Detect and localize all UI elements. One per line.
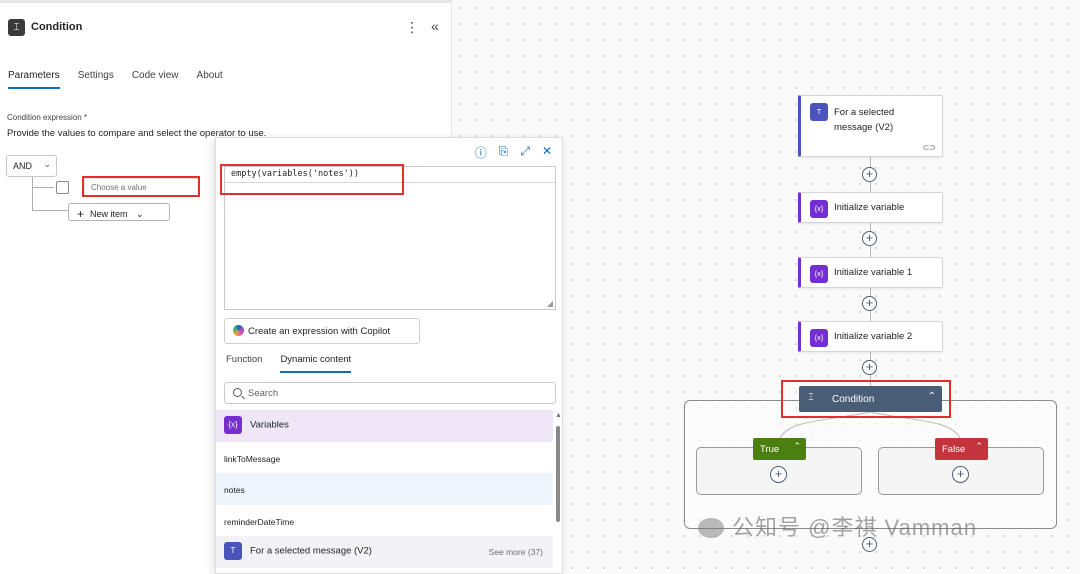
- watermark-text: 公知号 @李祺 Vamman: [732, 515, 977, 540]
- chevron-up-icon: ⌃: [975, 441, 983, 451]
- list-item[interactable]: reminderDateTime: [216, 505, 553, 537]
- search-placeholder: Search: [248, 388, 279, 399]
- list-item[interactable]: notes: [216, 473, 553, 505]
- trigger-card[interactable]: T For a selected message (V2) ⊂⊃: [798, 95, 943, 157]
- add-step-icon[interactable]: +: [862, 360, 877, 375]
- chevron-up-icon: ⌃: [793, 441, 801, 451]
- plus-icon: +: [77, 207, 85, 221]
- scrollbar[interactable]: ▲: [553, 412, 563, 572]
- expand-icon[interactable]: ⤢: [520, 144, 530, 161]
- tab-parameters[interactable]: Parameters: [8, 70, 60, 89]
- step-card[interactable]: {x} Initialize variable 2: [798, 321, 943, 352]
- trigger-line-1: For a selected: [834, 107, 895, 118]
- close-icon[interactable]: ✕: [542, 144, 552, 161]
- operator-dropdown[interactable]: AND ⌄: [6, 155, 57, 177]
- new-item-label: New item: [90, 209, 128, 219]
- step-card[interactable]: {x} Initialize variable: [798, 192, 943, 223]
- copilot-icon: [233, 325, 244, 336]
- tab-about[interactable]: About: [197, 70, 223, 89]
- scroll-up-icon[interactable]: ▲: [555, 412, 562, 419]
- wechat-icon: [698, 518, 724, 538]
- add-step-icon[interactable]: +: [862, 231, 877, 246]
- popup-tabs: Function Dynamic content: [226, 354, 369, 373]
- see-more-link[interactable]: See more (37): [489, 547, 543, 557]
- add-action-icon[interactable]: +: [770, 466, 787, 483]
- condition-expression-label: Condition expression *: [7, 113, 88, 122]
- info-icon[interactable]: ⓘ: [475, 144, 487, 161]
- trigger-line-2: message (V2): [834, 122, 894, 133]
- more-options-icon[interactable]: ⋮: [405, 19, 419, 36]
- group-label: For a selected message (V2): [250, 545, 372, 557]
- tab-code-view[interactable]: Code view: [132, 70, 179, 89]
- step-title: Initialize variable: [834, 202, 905, 213]
- copilot-button-label: Create an expression with Copilot: [248, 326, 391, 337]
- tree-line: [32, 177, 33, 210]
- variable-icon: {x}: [224, 416, 242, 434]
- false-branch-label[interactable]: False ⌃: [935, 438, 988, 460]
- chevron-down-icon: ⌄: [43, 159, 51, 169]
- panel-title: Condition: [31, 21, 83, 33]
- highlight-box: [220, 164, 404, 195]
- trigger-title: For a selected message (V2): [834, 105, 894, 135]
- search-input[interactable]: Search: [224, 382, 556, 404]
- teams-icon: T: [224, 542, 242, 560]
- group-header-trigger[interactable]: T For a selected message (V2) See more (3…: [216, 536, 553, 568]
- add-action-icon[interactable]: +: [952, 466, 969, 483]
- clipboard-icon[interactable]: ⎘: [499, 144, 509, 161]
- true-label: True: [760, 444, 780, 455]
- dynamic-content-list: {x} Variables linkToMessage notes reminde…: [216, 410, 553, 568]
- chevron-down-icon: ⌄: [136, 209, 144, 219]
- highlight-box: [781, 380, 951, 418]
- add-step-icon[interactable]: +: [862, 296, 877, 311]
- resize-handle-icon[interactable]: ◢: [547, 299, 553, 308]
- step-title: Initialize variable 2: [834, 331, 913, 342]
- new-item-button[interactable]: + New item ⌄: [68, 203, 170, 221]
- variable-icon: {x}: [810, 265, 828, 283]
- add-step-icon[interactable]: +: [862, 167, 877, 182]
- condition-icon: ⌶: [8, 19, 25, 36]
- watermark: 公知号 @李祺 Vamman: [698, 510, 977, 542]
- collapse-panel-icon[interactable]: «: [431, 18, 439, 34]
- tab-dynamic-content[interactable]: Dynamic content: [280, 354, 352, 373]
- copilot-button[interactable]: Create an expression with Copilot: [224, 318, 420, 344]
- highlight-box: [82, 176, 200, 197]
- group-label: Variables: [250, 419, 289, 431]
- group-header-variables[interactable]: {x} Variables: [216, 410, 553, 442]
- panel-tabs: Parameters Settings Code view About: [8, 70, 241, 89]
- operator-value: AND: [13, 161, 33, 171]
- variable-icon: {x}: [810, 200, 828, 218]
- popup-toolbar: ⓘ ⎘ ⤢ ✕: [475, 144, 552, 161]
- search-icon: [233, 388, 242, 397]
- tab-function[interactable]: Function: [226, 354, 262, 373]
- teams-icon: T: [810, 103, 828, 121]
- step-title: Initialize variable 1: [834, 267, 913, 278]
- step-card[interactable]: {x} Initialize variable 1: [798, 257, 943, 288]
- scroll-thumb[interactable]: [556, 426, 560, 522]
- expression-editor-popup: ⓘ ⎘ ⤢ ✕ empty(variables('notes')) ◢ Crea…: [215, 137, 563, 574]
- tree-line: [32, 210, 68, 211]
- tree-line: [32, 187, 54, 188]
- list-item[interactable]: linkToMessage: [216, 442, 553, 474]
- tab-settings[interactable]: Settings: [78, 70, 114, 89]
- link-icon: ⊂⊃: [922, 143, 936, 152]
- false-label: False: [942, 444, 966, 455]
- variable-icon: {x}: [810, 329, 828, 347]
- row-checkbox[interactable]: [56, 181, 69, 194]
- true-branch-label[interactable]: True ⌃: [753, 438, 806, 460]
